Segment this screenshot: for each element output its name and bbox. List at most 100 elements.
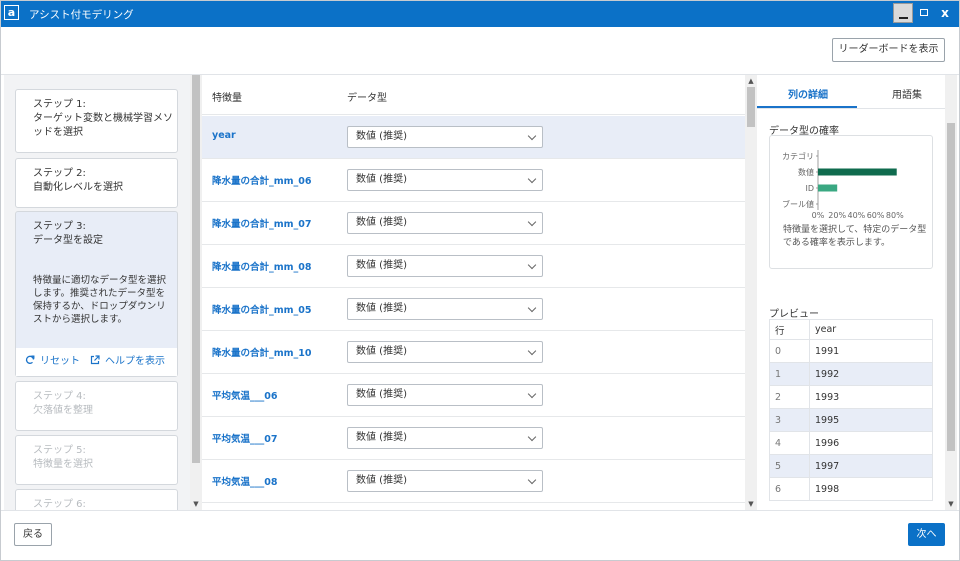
feature-name[interactable]: 降水量の合計_mm_08 <box>212 259 312 273</box>
reset-link[interactable]: リセット <box>25 355 80 369</box>
details-scroll-thumb[interactable] <box>947 123 955 451</box>
feature-name[interactable]: 平均気温___06 <box>212 388 277 402</box>
chevron-down-icon <box>527 432 537 442</box>
steps-scrollbar[interactable]: ▼ <box>190 75 202 510</box>
show-leaderboard-button[interactable]: リーダーボードを表示 <box>832 38 945 62</box>
preview-row-index: 5 <box>769 454 810 478</box>
table-row[interactable]: 降水量の合計_mm_07 数値 (推奨) <box>202 202 745 245</box>
feature-name[interactable]: 降水量の合計_mm_10 <box>212 345 312 359</box>
data-type-dropdown[interactable]: 数値 (推奨) <box>347 384 543 406</box>
active-tab-indicator <box>757 106 857 108</box>
type-column-header: データ型 <box>347 93 387 104</box>
feature-name[interactable]: 降水量の合計_mm_05 <box>212 302 312 316</box>
tab-glossary[interactable]: 用語集 <box>892 86 922 101</box>
preview-row: 0 1991 <box>769 339 933 363</box>
preview-year-value: 1996 <box>809 431 933 455</box>
preview-row-index: 1 <box>769 362 810 386</box>
back-button[interactable]: 戻る <box>14 523 52 546</box>
data-type-dropdown[interactable]: 数値 (推奨) <box>347 169 543 191</box>
close-button[interactable]: x <box>935 3 955 23</box>
data-type-dropdown[interactable]: 数値 (推奨) <box>347 212 543 234</box>
step-actions: リセット ヘルプを表示 <box>16 348 177 376</box>
details-panel: 列の詳細 用語集 データ型の確率 カテゴリ 数値 ID ブール値 0% 20% 40% 60%… <box>757 75 945 510</box>
x-tick-label: 60% <box>867 211 885 220</box>
preview-row-index: 0 <box>769 339 810 363</box>
maximize-icon <box>920 9 928 16</box>
details-scrollbar[interactable]: ▼ <box>945 75 957 510</box>
preview-row-index: 6 <box>769 477 810 501</box>
preview-header-year: year <box>809 319 933 340</box>
feature-type-table: 特徴量 データ型 year 数値 (推奨) 降水量の合計_mm_06 数値 (推奨) 降… <box>202 75 745 510</box>
show-help-link[interactable]: ヘルプを表示 <box>90 355 165 369</box>
data-type-value: 数値 (推奨) <box>356 432 407 443</box>
step-3[interactable]: ステップ 3: データ型を設定 特徴量に適切なデータ型を選択します。推奨されたデ… <box>15 211 178 377</box>
footer-divider <box>0 510 960 511</box>
preview-row: 4 1996 <box>769 431 933 455</box>
preview-year-value: 1993 <box>809 385 933 409</box>
preview-header-row: 行 <box>769 319 810 340</box>
table-row[interactable]: 降水量の合計_mm_08 数値 (推奨) <box>202 245 745 288</box>
feature-name[interactable]: year <box>212 130 236 141</box>
data-type-value: 数値 (推奨) <box>356 217 407 228</box>
data-type-dropdown[interactable]: 数値 (推奨) <box>347 126 543 148</box>
table-row[interactable]: 降水量の合計_mm_10 数値 (推奨) <box>202 331 745 374</box>
table-row[interactable]: 降水量の合計_mm_05 数値 (推奨) <box>202 288 745 331</box>
preview-row: 5 1997 <box>769 454 933 478</box>
chevron-down-icon <box>527 131 537 141</box>
step-1[interactable]: ステップ 1: ターゲット変数と機械学習メソッドを選択 <box>15 89 178 153</box>
x-tick-label: 0% <box>812 211 825 220</box>
feature-name[interactable]: 平均気温___08 <box>212 474 277 488</box>
data-type-value: 数値 (推奨) <box>356 389 407 400</box>
data-type-value: 数値 (推奨) <box>356 475 407 486</box>
table-scrollbar[interactable]: ▲ ▼ <box>745 75 757 510</box>
data-type-dropdown[interactable]: 数値 (推奨) <box>347 427 543 449</box>
table-row[interactable]: year 数値 (推奨) <box>202 116 745 159</box>
chevron-down-icon <box>527 475 537 485</box>
feature-name[interactable]: 降水量の合計_mm_06 <box>212 173 312 187</box>
feature-name[interactable]: 平均気温___07 <box>212 431 277 445</box>
data-type-dropdown[interactable]: 数値 (推奨) <box>347 298 543 320</box>
type-probability-box: カテゴリ 数値 ID ブール値 0% 20% 40% 60% 80% 特徴量を選択して、特定のデ… <box>769 135 933 269</box>
data-type-dropdown[interactable]: 数値 (推奨) <box>347 255 543 277</box>
data-type-value: 数値 (推奨) <box>356 346 407 357</box>
type-probability-chart: カテゴリ数値 ID ブール値 0% 20% 40% 60% 80% <box>782 150 904 220</box>
preview-year-value: 1995 <box>809 408 933 432</box>
table-row[interactable]: 平均気温___07 数値 (推奨) <box>202 417 745 460</box>
preview-row-index: 3 <box>769 408 810 432</box>
preview-row-index: 4 <box>769 431 810 455</box>
tab-column-details[interactable]: 列の詳細 <box>788 86 828 101</box>
help-label: ヘルプを表示 <box>105 356 165 367</box>
steps-scroll-thumb[interactable] <box>192 75 200 463</box>
title-bar: a アシスト付モデリング x <box>0 0 960 27</box>
minimize-button[interactable] <box>893 3 913 23</box>
next-button[interactable]: 次へ <box>908 523 945 546</box>
step-5: ステップ 5: 特徴量を選択 <box>15 435 178 485</box>
table-scroll-thumb[interactable] <box>747 87 755 127</box>
data-type-value: 数値 (推奨) <box>356 174 407 185</box>
data-type-value: 数値 (推奨) <box>356 260 407 271</box>
maximize-button[interactable] <box>914 3 934 23</box>
type-probability-note: 特徴量を選択して、特定のデータ型である確率を表示します。 <box>783 225 927 248</box>
category-label: ブール値 <box>782 199 814 209</box>
step-2[interactable]: ステップ 2: 自動化レベルを選択 <box>15 158 178 208</box>
refresh-icon <box>25 355 35 364</box>
preview-table: 行 year 0 1991 1 1992 2 1993 3 1995 4 1996 5 1997 6 19… <box>769 319 933 501</box>
table-row[interactable]: 平均気温___08 数値 (推奨) <box>202 460 745 503</box>
step-3-description: 特徴量に適切なデータ型を選択します。推奨されたデータ型を保持するか、ドロップダウ… <box>33 275 167 325</box>
scroll-down-icon[interactable]: ▼ <box>190 498 202 510</box>
preview-row-index: 2 <box>769 385 810 409</box>
table-row[interactable]: 降水量の合計_mm_06 数値 (推奨) <box>202 159 745 202</box>
reset-label: リセット <box>40 356 80 367</box>
data-type-dropdown[interactable]: 数値 (推奨) <box>347 470 543 492</box>
feature-name[interactable]: 降水量の合計_mm_07 <box>212 216 312 230</box>
table-row[interactable]: 平均気温___06 数値 (推奨) <box>202 374 745 417</box>
scroll-up-icon[interactable]: ▲ <box>745 75 757 87</box>
probability-bar <box>818 168 897 176</box>
chevron-down-icon <box>527 217 537 227</box>
category-label: カテゴリ <box>782 151 814 161</box>
data-type-dropdown[interactable]: 数値 (推奨) <box>347 341 543 363</box>
x-tick-label: 40% <box>848 211 866 220</box>
scroll-down-icon[interactable]: ▼ <box>945 498 957 510</box>
data-type-value: 数値 (推奨) <box>356 303 407 314</box>
scroll-down-icon[interactable]: ▼ <box>745 498 757 510</box>
